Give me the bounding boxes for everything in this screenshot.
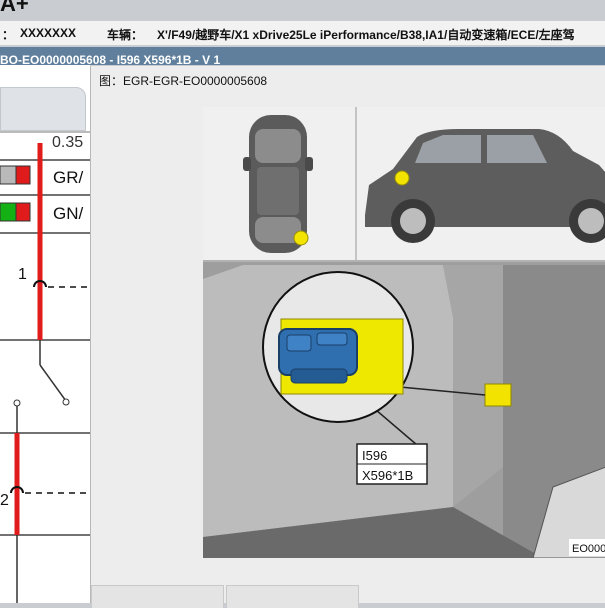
- dialog-title: 图：EGR-EGR-EO0000005608: [99, 74, 268, 88]
- switch-contact: [39, 364, 67, 402]
- image-dialog: 图：EGR-EGR-EO0000005608 I596 X596*1B EO00…: [90, 66, 605, 608]
- wire-color-label-gn: GN/: [53, 204, 84, 223]
- component-id-label: I596: [362, 448, 387, 463]
- component-location-marker: [484, 383, 512, 407]
- dialog-button-1[interactable]: [91, 585, 224, 608]
- red-wire-block: [15, 202, 31, 222]
- connector-id-label: X596*1B: [362, 468, 413, 483]
- switch-terminal: [62, 398, 70, 406]
- location-marker: [293, 230, 309, 246]
- wiring-diagram-panel: 0.35 GR/ GN/ 1 2: [0, 65, 90, 603]
- vehicle-label: 车辆：: [107, 28, 144, 42]
- vehicle-info-bar: ： XXXXXXX 车辆： X'/F49/越野车/X1 xDrive25Le i…: [0, 21, 605, 45]
- pin-number-2: 2: [0, 492, 9, 509]
- green-wire-block: [0, 202, 17, 222]
- document-path-bar: BO-EO0000005608 - I596 X596*1B - V 1: [0, 47, 605, 65]
- document-path-text: BO-EO0000005608 - I596 X596*1B - V 1: [0, 53, 221, 65]
- app-title: A+: [0, 0, 29, 16]
- connector-i596: [278, 328, 358, 384]
- location-marker: [394, 170, 410, 186]
- figure-code: EO000: [572, 543, 605, 555]
- installation-figure: I596 X596*1B EO000: [203, 107, 605, 558]
- wire-label-cut: 0.35: [52, 134, 83, 151]
- dialog-button-2[interactable]: [226, 585, 359, 608]
- vehicle-value: X'/F49/越野车/X1 xDrive25Le iPerformance/B3…: [157, 28, 575, 42]
- grey-wire-block: [0, 165, 17, 185]
- info-colon: ：: [2, 28, 15, 42]
- pin-number-1: 1: [18, 266, 27, 283]
- red-wire-block: [15, 165, 31, 185]
- wiring-diagram: 0.35 GR/ GN/ 1 2: [0, 131, 90, 603]
- wire-color-label-gr: GR/: [53, 168, 84, 187]
- switch-terminal: [13, 399, 21, 407]
- vin-value: XXXXXXX: [20, 26, 77, 40]
- component-location-illustration: I596 X596*1B EO000: [203, 107, 605, 558]
